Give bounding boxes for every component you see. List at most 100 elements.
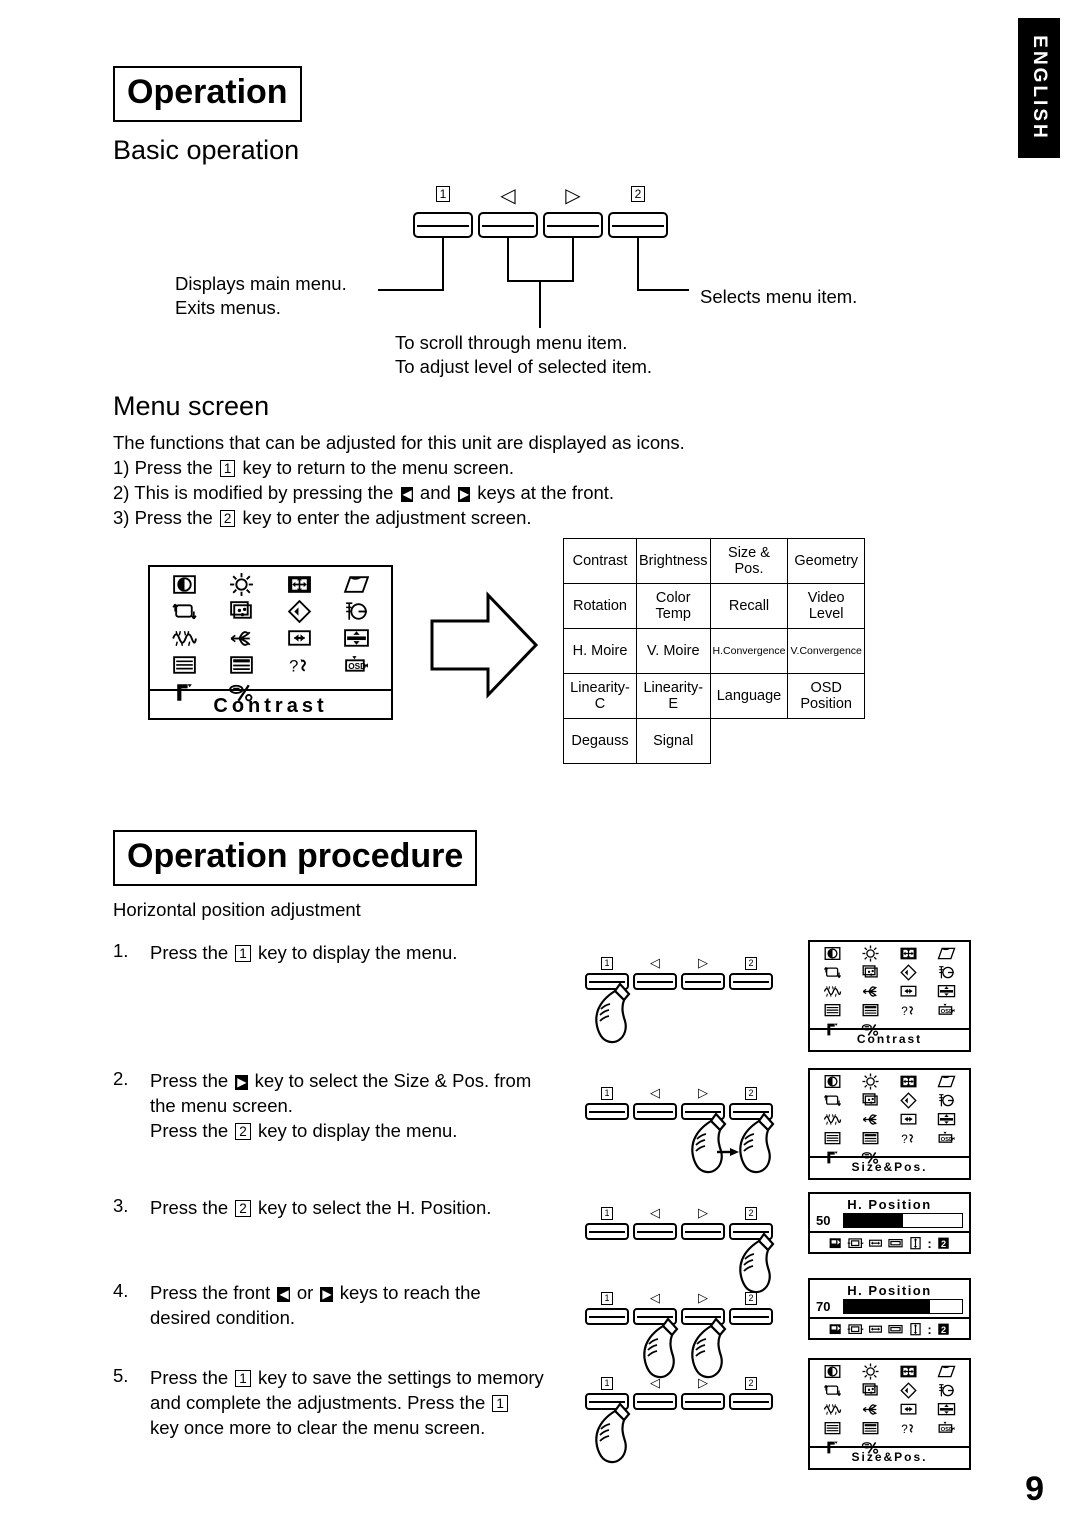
- procedure-panel-button-4[interactable]: [729, 1308, 773, 1325]
- table-cell[interactable]: V. Moire: [636, 628, 711, 674]
- v-position-icon[interactable]: [907, 1321, 924, 1338]
- procedure-panel-button-1[interactable]: [585, 1223, 629, 1240]
- table-cell[interactable]: Linearity-C: [563, 673, 637, 719]
- linearity-c-icon[interactable]: [814, 1129, 852, 1148]
- linearity-c-icon[interactable]: [814, 1419, 852, 1438]
- v-moire-icon[interactable]: [852, 982, 890, 1001]
- table-cell[interactable]: Contrast: [563, 538, 637, 584]
- h-moire-icon[interactable]: [814, 1400, 852, 1419]
- h-convergence-icon[interactable]: [890, 982, 928, 1001]
- degauss-icon[interactable]: [814, 1148, 852, 1167]
- v-position-icon[interactable]: [907, 1235, 924, 1252]
- contrast-icon[interactable]: [156, 571, 213, 598]
- table-cell[interactable]: Brightness: [636, 538, 711, 584]
- contrast-icon[interactable]: [814, 1362, 852, 1381]
- brightness-icon[interactable]: [852, 1072, 890, 1091]
- v-moire-icon[interactable]: [213, 625, 270, 652]
- v-convergence-icon[interactable]: [927, 1400, 965, 1419]
- video-level-icon[interactable]: [927, 1381, 965, 1400]
- recall-small-icon[interactable]: [827, 1321, 844, 1338]
- table-cell[interactable]: V.Convergence: [787, 628, 865, 674]
- adjust-panel-slider[interactable]: [843, 1213, 963, 1228]
- color-temp-icon[interactable]: [852, 963, 890, 982]
- adjust-panel-slider[interactable]: [843, 1299, 963, 1314]
- panel-button-left[interactable]: [478, 212, 538, 238]
- table-cell[interactable]: Linearity-E: [636, 673, 711, 719]
- linearity-e-icon[interactable]: [852, 1129, 890, 1148]
- rotation-icon[interactable]: [814, 963, 852, 982]
- h-convergence-icon[interactable]: [890, 1400, 928, 1419]
- geometry-icon[interactable]: [927, 944, 965, 963]
- v-convergence-icon[interactable]: [927, 982, 965, 1001]
- degauss-icon[interactable]: [156, 679, 213, 706]
- v-moire-icon[interactable]: [852, 1400, 890, 1419]
- osd-position-icon[interactable]: OSD: [927, 1419, 965, 1438]
- procedure-panel-button-2[interactable]: [633, 973, 677, 990]
- linearity-e-icon[interactable]: [852, 1419, 890, 1438]
- degauss-icon[interactable]: [814, 1438, 852, 1457]
- recall-icon[interactable]: [890, 1381, 928, 1400]
- contrast-icon[interactable]: [814, 944, 852, 963]
- v-moire-icon[interactable]: [852, 1110, 890, 1129]
- v-size-icon[interactable]: [887, 1321, 904, 1338]
- size-position-icon[interactable]: [890, 1072, 928, 1091]
- color-temp-icon[interactable]: [852, 1381, 890, 1400]
- brightness-icon[interactable]: [213, 571, 270, 598]
- h-convergence-icon[interactable]: [890, 1110, 928, 1129]
- h-moire-icon[interactable]: [814, 1110, 852, 1129]
- procedure-panel-button-1[interactable]: [585, 1103, 629, 1120]
- language-icon[interactable]: ?: [890, 1419, 928, 1438]
- osd-position-icon[interactable]: OSD: [927, 1001, 965, 1020]
- procedure-panel-button-4[interactable]: [729, 1393, 773, 1410]
- table-cell[interactable]: Language: [709, 673, 789, 719]
- brightness-icon[interactable]: [852, 1362, 890, 1381]
- rotation-icon[interactable]: [814, 1091, 852, 1110]
- color-temp-icon[interactable]: [213, 598, 270, 625]
- v-size-icon[interactable]: [887, 1235, 904, 1252]
- degauss-icon[interactable]: [814, 1020, 852, 1039]
- table-cell[interactable]: Rotation: [563, 583, 637, 629]
- procedure-panel-button-2[interactable]: [633, 1393, 677, 1410]
- v-convergence-icon[interactable]: [927, 1110, 965, 1129]
- v-convergence-icon[interactable]: [328, 625, 385, 652]
- rotation-icon[interactable]: [814, 1381, 852, 1400]
- geometry-icon[interactable]: [927, 1072, 965, 1091]
- osd-position-icon[interactable]: OSD: [927, 1129, 965, 1148]
- procedure-panel-button-3[interactable]: [681, 1223, 725, 1240]
- video-level-icon[interactable]: [328, 598, 385, 625]
- h-size-icon[interactable]: [847, 1321, 864, 1338]
- geometry-icon[interactable]: [927, 1362, 965, 1381]
- language-icon[interactable]: ?: [890, 1129, 928, 1148]
- table-cell[interactable]: Size & Pos.: [709, 538, 789, 584]
- procedure-panel-button-3[interactable]: [681, 973, 725, 990]
- panel-button-2[interactable]: [608, 212, 668, 238]
- brightness-icon[interactable]: [852, 944, 890, 963]
- h-moire-icon[interactable]: [814, 982, 852, 1001]
- video-level-icon[interactable]: [927, 1091, 965, 1110]
- language-icon[interactable]: ?: [890, 1001, 928, 1020]
- h-convergence-icon[interactable]: [271, 625, 328, 652]
- linearity-e-icon[interactable]: [852, 1001, 890, 1020]
- procedure-panel-button-3[interactable]: [681, 1393, 725, 1410]
- table-cell[interactable]: Color Temp: [636, 583, 711, 629]
- osd-position-icon[interactable]: OSD: [328, 652, 385, 679]
- procedure-panel-button-4[interactable]: [729, 973, 773, 990]
- recall-icon[interactable]: [890, 963, 928, 982]
- h-position-icon[interactable]: [867, 1321, 884, 1338]
- recall-small-icon[interactable]: [827, 1235, 844, 1252]
- table-cell[interactable]: Geometry: [787, 538, 865, 584]
- h-moire-icon[interactable]: [156, 625, 213, 652]
- table-cell[interactable]: Video Level: [787, 583, 865, 629]
- contrast-icon[interactable]: [814, 1072, 852, 1091]
- table-cell[interactable]: OSD Position: [787, 673, 865, 719]
- color-temp-icon[interactable]: [852, 1091, 890, 1110]
- table-cell[interactable]: H. Moire: [563, 628, 637, 674]
- size-position-icon[interactable]: [890, 1362, 928, 1381]
- panel-button-right[interactable]: [543, 212, 603, 238]
- panel-button-1[interactable]: [413, 212, 473, 238]
- procedure-panel-button-2[interactable]: [633, 1103, 677, 1120]
- size-position-icon[interactable]: [890, 944, 928, 963]
- procedure-panel-button-1[interactable]: [585, 1308, 629, 1325]
- video-level-icon[interactable]: [927, 963, 965, 982]
- h-position-icon[interactable]: [867, 1235, 884, 1252]
